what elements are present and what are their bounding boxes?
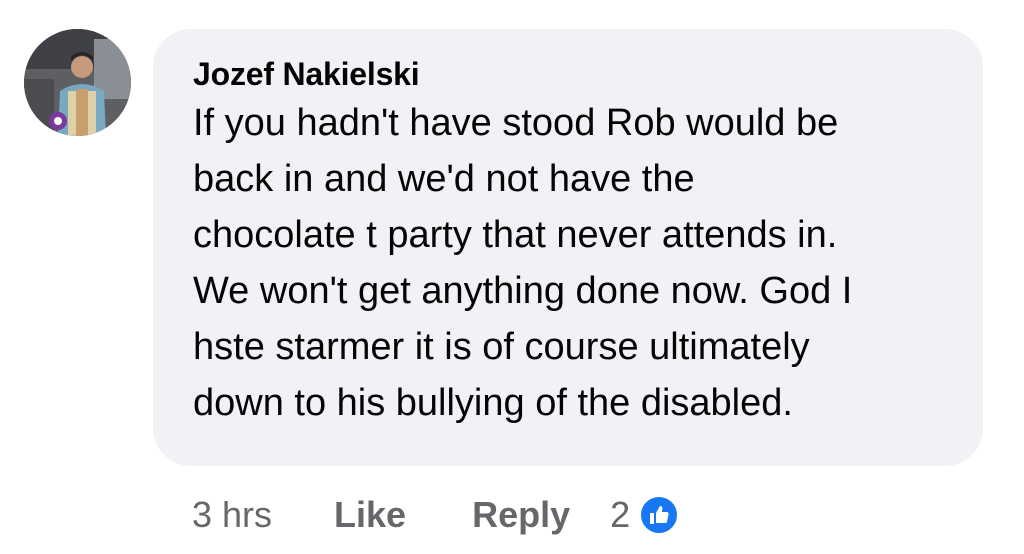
comment-timestamp[interactable]: 3 hrs bbox=[192, 494, 272, 536]
avatar-photo bbox=[24, 29, 131, 136]
comment-text: If you hadn't have stood Rob would be ba… bbox=[193, 102, 853, 424]
like-button[interactable]: Like bbox=[334, 494, 406, 536]
like-icon[interactable] bbox=[638, 494, 681, 536]
comment-actions: 3 hrs Like Reply 2 bbox=[192, 490, 681, 540]
reaction-count[interactable]: 2 bbox=[610, 494, 630, 536]
comment-author[interactable]: Jozef Nakielski bbox=[193, 55, 953, 93]
comment-bubble: Jozef Nakielski If you hadn't have stood… bbox=[153, 29, 983, 466]
avatar[interactable] bbox=[24, 29, 131, 136]
reply-button[interactable]: Reply bbox=[472, 494, 570, 536]
